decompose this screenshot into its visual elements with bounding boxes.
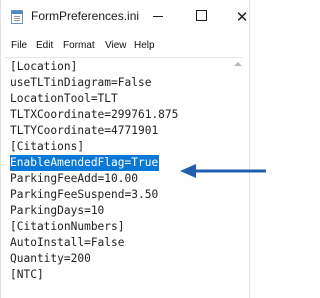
window-title: FormPreferences.ini xyxy=(31,9,140,23)
text-line: [Citations] xyxy=(10,140,85,153)
text-line: [CitationNumbers] xyxy=(10,220,125,233)
text-line: [Location] xyxy=(10,60,78,73)
text-line: TLTYCoordinate=4771901 xyxy=(10,124,159,137)
maximize-button[interactable] xyxy=(186,4,216,30)
text-line: ParkingDays=10 xyxy=(10,204,105,217)
notepad-icon xyxy=(11,10,23,24)
text-line: LocationTool=TLT xyxy=(10,92,118,105)
text-editor[interactable]: [Location] useTLTinDiagram=False Locatio… xyxy=(5,57,243,298)
minimize-icon xyxy=(153,16,163,17)
menu-format[interactable]: Format xyxy=(63,40,95,51)
menu-help[interactable]: Help xyxy=(134,40,155,51)
text-line: useTLTinDiagram=False xyxy=(10,76,152,89)
menu-edit[interactable]: Edit xyxy=(36,40,53,51)
maximize-icon xyxy=(195,10,207,21)
menu-bar: File Edit Format View Help xyxy=(1,38,249,56)
scroll-up-arrow-icon[interactable] xyxy=(234,62,242,66)
notepad-window: FormPreferences.ini ✕ File Edit Format V… xyxy=(0,0,250,298)
close-button[interactable]: ✕ xyxy=(227,4,249,30)
text-line: Quantity=200 xyxy=(10,252,91,265)
vertical-scrollbar[interactable] xyxy=(233,58,243,298)
minimize-button[interactable] xyxy=(143,4,173,30)
text-line: [NTC] xyxy=(10,268,44,281)
title-bar: FormPreferences.ini ✕ xyxy=(1,0,249,34)
menu-view[interactable]: View xyxy=(105,40,127,51)
text-line: ParkingFeeSuspend=3.50 xyxy=(10,188,159,201)
text-line: AutoInstall=False xyxy=(10,236,125,249)
text-line: TLTXCoordinate=299761.875 xyxy=(10,108,179,121)
selected-text-line: EnableAmendedFlag=True xyxy=(10,155,160,171)
menu-file[interactable]: File xyxy=(11,40,27,51)
text-line: ParkingFeeAdd=10.00 xyxy=(10,172,138,185)
